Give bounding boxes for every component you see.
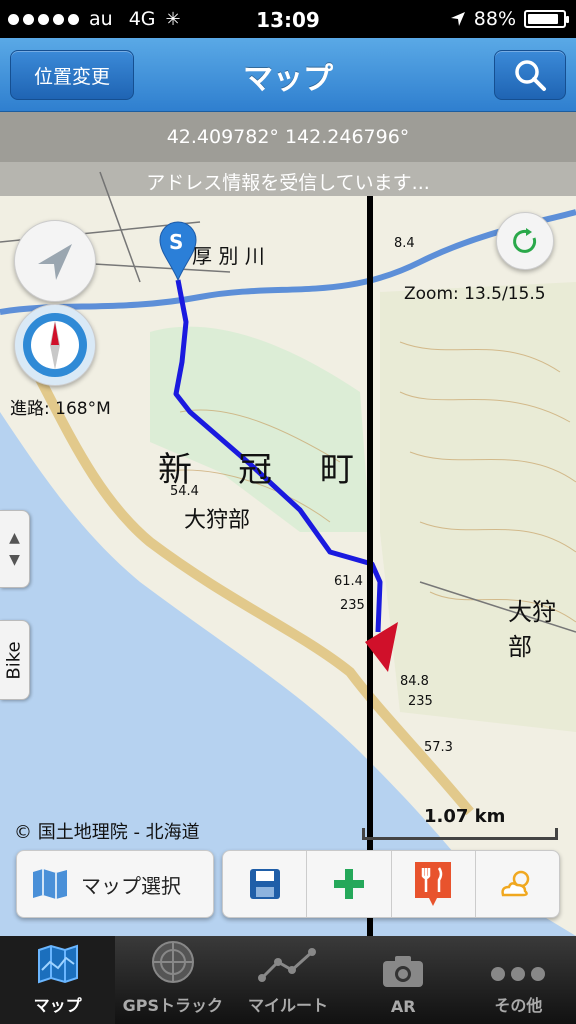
add-button[interactable] bbox=[307, 851, 392, 917]
address-status-text: アドレス情報を受信しています... bbox=[146, 172, 430, 194]
locate-button[interactable] bbox=[14, 220, 96, 302]
bike-tab-label: Bike bbox=[4, 640, 25, 680]
start-marker-label: S bbox=[169, 230, 184, 254]
map-toolbar bbox=[222, 850, 560, 918]
chevron-up-icon: ▲ bbox=[9, 530, 20, 546]
map-icon bbox=[37, 944, 78, 984]
route-number-label: 235 bbox=[408, 694, 433, 709]
battery-percent: 88% bbox=[473, 8, 516, 30]
more-icon bbox=[491, 967, 546, 981]
tab-my-route[interactable]: マイルート bbox=[230, 936, 345, 1024]
save-icon bbox=[249, 869, 280, 899]
tab-label: GPSトラック bbox=[122, 996, 223, 1015]
updown-toggle[interactable]: ▲ ▼ bbox=[0, 510, 30, 588]
coordinates-text: 42.409782° 142.246796° bbox=[166, 126, 410, 148]
chevron-down-icon: ▼ bbox=[9, 552, 20, 568]
zoom-level-label: Zoom: 13.5/15.5 bbox=[404, 284, 546, 304]
compass-icon bbox=[23, 313, 87, 377]
location-arrow-icon bbox=[38, 244, 72, 280]
change-location-button[interactable]: 位置変更 bbox=[10, 50, 134, 100]
tab-ar[interactable]: AR bbox=[346, 936, 461, 1024]
battery-icon bbox=[524, 10, 569, 28]
navigation-bar: 位置変更 マップ bbox=[0, 38, 576, 112]
map-select-label: マップ選択 bbox=[81, 873, 181, 898]
save-button[interactable] bbox=[223, 851, 308, 917]
area-label: 大狩部 bbox=[184, 508, 251, 533]
route-number-label: 235 bbox=[340, 598, 365, 613]
restaurant-icon bbox=[415, 862, 452, 906]
tab-label: マイルート bbox=[248, 996, 329, 1015]
refresh-icon bbox=[513, 228, 537, 253]
status-bar: au 4G ✳ 13:09 88% bbox=[0, 0, 576, 38]
scale-label: 1.07 km bbox=[424, 806, 506, 827]
camera-icon bbox=[383, 956, 424, 987]
heading-label: 進路: 168°M bbox=[10, 399, 111, 419]
map-select-button[interactable]: マップ選択 bbox=[16, 850, 214, 918]
tab-label: AR bbox=[390, 997, 416, 1016]
bike-mode-tab[interactable]: Bike bbox=[0, 620, 30, 700]
scale-bar bbox=[362, 828, 558, 840]
radar-icon bbox=[151, 941, 194, 983]
elevation-label: 84.8 bbox=[400, 674, 429, 689]
elevation-label: 57.3 bbox=[424, 740, 453, 755]
search-icon bbox=[515, 60, 546, 91]
address-bar: アドレス情報を受信しています... bbox=[0, 162, 576, 196]
weather-icon bbox=[501, 870, 530, 897]
elevation-label: 54.4 bbox=[170, 484, 199, 499]
add-icon bbox=[333, 869, 364, 899]
map-icon bbox=[33, 869, 67, 899]
map-view[interactable]: S 厚 別 川 8.4 新 冠 町 54.4 大狩部 61.4 235 大狩部 … bbox=[0, 112, 576, 936]
refresh-button[interactable] bbox=[496, 212, 554, 270]
elevation-label: 8.4 bbox=[394, 236, 415, 251]
location-arrow-icon bbox=[450, 12, 465, 26]
river-label: 厚 別 川 bbox=[192, 244, 265, 268]
tab-bar: マップ GPSトラック マイルート AR その他 bbox=[0, 936, 576, 1024]
tab-map[interactable]: マップ bbox=[0, 936, 116, 1024]
tab-gps-track[interactable]: GPSトラック bbox=[115, 936, 230, 1024]
town-label: 町 bbox=[320, 450, 354, 490]
search-button[interactable] bbox=[494, 50, 566, 100]
tab-more[interactable]: その他 bbox=[461, 936, 576, 1024]
restaurant-button[interactable] bbox=[392, 851, 476, 917]
copyright-text: © 国土地理院 - 北海道 bbox=[14, 822, 200, 843]
tab-label: マップ bbox=[33, 996, 82, 1015]
coordinate-bar: 42.409782° 142.246796° bbox=[0, 112, 576, 162]
elevation-label: 61.4 bbox=[334, 574, 363, 589]
area-label: 大狩部 bbox=[508, 598, 556, 661]
weather-button[interactable] bbox=[476, 851, 559, 917]
route-icon bbox=[258, 948, 316, 982]
town-label: 冠 bbox=[238, 450, 272, 490]
compass-button[interactable] bbox=[14, 304, 96, 386]
tab-label: その他 bbox=[494, 996, 543, 1015]
